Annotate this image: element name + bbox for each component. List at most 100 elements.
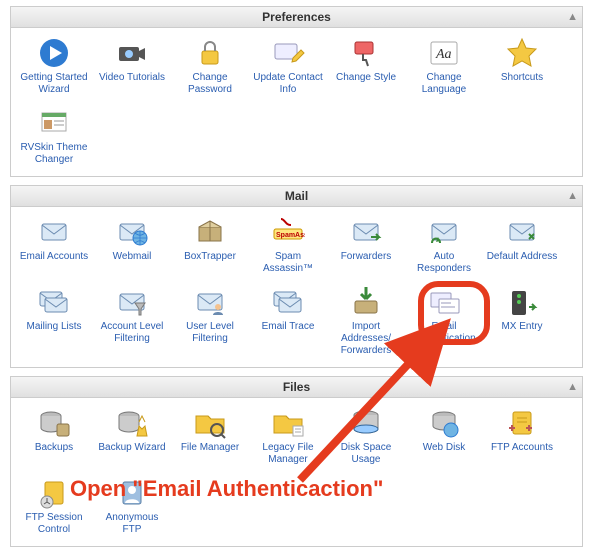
item-label: Email Accounts [18, 251, 90, 263]
item-backup-wizard[interactable]: Backup Wizard [96, 406, 168, 466]
item-label: Change Language [408, 72, 480, 96]
item-auto-responders[interactable]: Auto Responders [408, 215, 480, 275]
item-label: Default Address [486, 251, 558, 263]
panel-body-mail: Email Accounts Webmail BoxTrapper SpamAssas… [11, 207, 582, 367]
item-label: FTP Accounts [486, 442, 558, 454]
item-default-address[interactable]: Default Address [486, 215, 558, 275]
panel-preferences: Preferences ▲ Getting Started WizardVideo … [10, 6, 583, 177]
item-label: Web Disk [408, 442, 480, 454]
item-label: File Manager [174, 442, 246, 454]
backup-wiz-icon [115, 406, 149, 440]
envelopes-icon [37, 285, 71, 319]
item-mx-entry[interactable]: MX Entry [486, 285, 558, 357]
item-label: Mailing Lists [18, 321, 90, 333]
item-anonymous-ftp[interactable]: Anonymous FTP [96, 476, 168, 536]
svg-text:Aa: Aa [435, 47, 452, 62]
auto-icon [427, 215, 461, 249]
ftp-sess-icon [37, 476, 71, 510]
item-account-level-filtering[interactable]: Account Level Filtering [96, 285, 168, 357]
item-disk-space-usage[interactable]: Disk Space Usage [330, 406, 402, 466]
item-label: Import Addresses/ Forwarders [330, 321, 402, 357]
item-change-style[interactable]: Change Style [330, 36, 402, 96]
language-icon: Aa [427, 36, 461, 70]
item-email-accounts[interactable]: Email Accounts [18, 215, 90, 275]
item-change-password[interactable]: Change Password [174, 36, 246, 96]
item-label: FTP Session Control [18, 512, 90, 536]
filter-acct-icon [115, 285, 149, 319]
item-label: Shortcuts [486, 72, 558, 84]
mx-icon [505, 285, 539, 319]
panel-header-files[interactable]: Files ▲ [11, 377, 582, 398]
boxtrap-icon [193, 215, 227, 249]
item-boxtrapper[interactable]: BoxTrapper [174, 215, 246, 275]
panel-header-preferences[interactable]: Preferences ▲ [11, 7, 582, 28]
item-getting-started-wizard[interactable]: Getting Started Wizard [18, 36, 90, 96]
item-rvskin-theme-changer[interactable]: RVSkin Theme Changer [18, 106, 90, 166]
disk-icon [349, 406, 383, 440]
folder-icon [193, 406, 227, 440]
item-change-language[interactable]: Aa Change Language [408, 36, 480, 96]
lock-icon [193, 36, 227, 70]
camera-icon [115, 36, 149, 70]
card-pencil-icon [271, 36, 305, 70]
item-spam-assassin[interactable]: SpamAssassinSpam Assassin™ [252, 215, 324, 275]
item-video-tutorials[interactable]: Video Tutorials [96, 36, 168, 96]
forward-icon [349, 215, 383, 249]
item-label: Disk Space Usage [330, 442, 402, 466]
item-label: Change Password [174, 72, 246, 96]
item-email-authentication[interactable]: Email Authentication [408, 285, 480, 357]
filter-user-icon [193, 285, 227, 319]
import-icon [349, 285, 383, 319]
ftp-icon [505, 406, 539, 440]
theme-icon [37, 106, 71, 140]
item-label: RVSkin Theme Changer [18, 142, 90, 166]
panel-header-mail[interactable]: Mail ▲ [11, 186, 582, 207]
svg-text:SpamAssassin: SpamAssassin [276, 232, 305, 239]
item-backups[interactable]: Backups [18, 406, 90, 466]
envelope-icon [37, 215, 71, 249]
item-label: Getting Started Wizard [18, 72, 90, 96]
collapse-icon[interactable]: ▲ [567, 186, 578, 206]
panel-files: Files ▲ Backups Backup Wizard File Manager Le… [10, 376, 583, 547]
item-legacy-file-manager[interactable]: Legacy File Manager [252, 406, 324, 466]
item-update-contact-info[interactable]: Update Contact Info [252, 36, 324, 96]
envelopes-icon [271, 285, 305, 319]
default-addr-icon [505, 215, 539, 249]
item-label: Backup Wizard [96, 442, 168, 454]
item-label: Legacy File Manager [252, 442, 324, 466]
item-label: User Level Filtering [174, 321, 246, 345]
panel-title: Mail [285, 189, 308, 203]
item-label: Account Level Filtering [96, 321, 168, 345]
collapse-icon[interactable]: ▲ [567, 377, 578, 397]
item-ftp-accounts[interactable]: FTP Accounts [486, 406, 558, 466]
item-web-disk[interactable]: Web Disk [408, 406, 480, 466]
item-label: MX Entry [486, 321, 558, 333]
paint-icon [349, 36, 383, 70]
collapse-icon[interactable]: ▲ [567, 7, 578, 27]
panel-body-files: Backups Backup Wizard File Manager Legacy F… [11, 398, 582, 546]
item-user-level-filtering[interactable]: User Level Filtering [174, 285, 246, 357]
panel-title: Files [283, 380, 310, 394]
panel-mail: Mail ▲ Email Accounts Webmail BoxTrapper Spam… [10, 185, 583, 368]
item-label: Backups [18, 442, 90, 454]
item-import-addresses-forwarders[interactable]: Import Addresses/ Forwarders [330, 285, 402, 357]
item-mailing-lists[interactable]: Mailing Lists [18, 285, 90, 357]
item-shortcuts[interactable]: Shortcuts [486, 36, 558, 96]
webdisk-icon [427, 406, 461, 440]
item-label: Webmail [96, 251, 168, 263]
item-label: Update Contact Info [252, 72, 324, 96]
item-label: Change Style [330, 72, 402, 84]
star-icon [505, 36, 539, 70]
item-ftp-session-control[interactable]: FTP Session Control [18, 476, 90, 536]
item-email-trace[interactable]: Email Trace [252, 285, 324, 357]
item-label: BoxTrapper [174, 251, 246, 263]
panel-title: Preferences [262, 10, 331, 24]
backup-icon [37, 406, 71, 440]
envelope-globe-icon [115, 215, 149, 249]
ftp-anon-icon [115, 476, 149, 510]
item-label: Email Trace [252, 321, 324, 333]
item-forwarders[interactable]: Forwarders [330, 215, 402, 275]
item-file-manager[interactable]: File Manager [174, 406, 246, 466]
item-webmail[interactable]: Webmail [96, 215, 168, 275]
item-label: Auto Responders [408, 251, 480, 275]
